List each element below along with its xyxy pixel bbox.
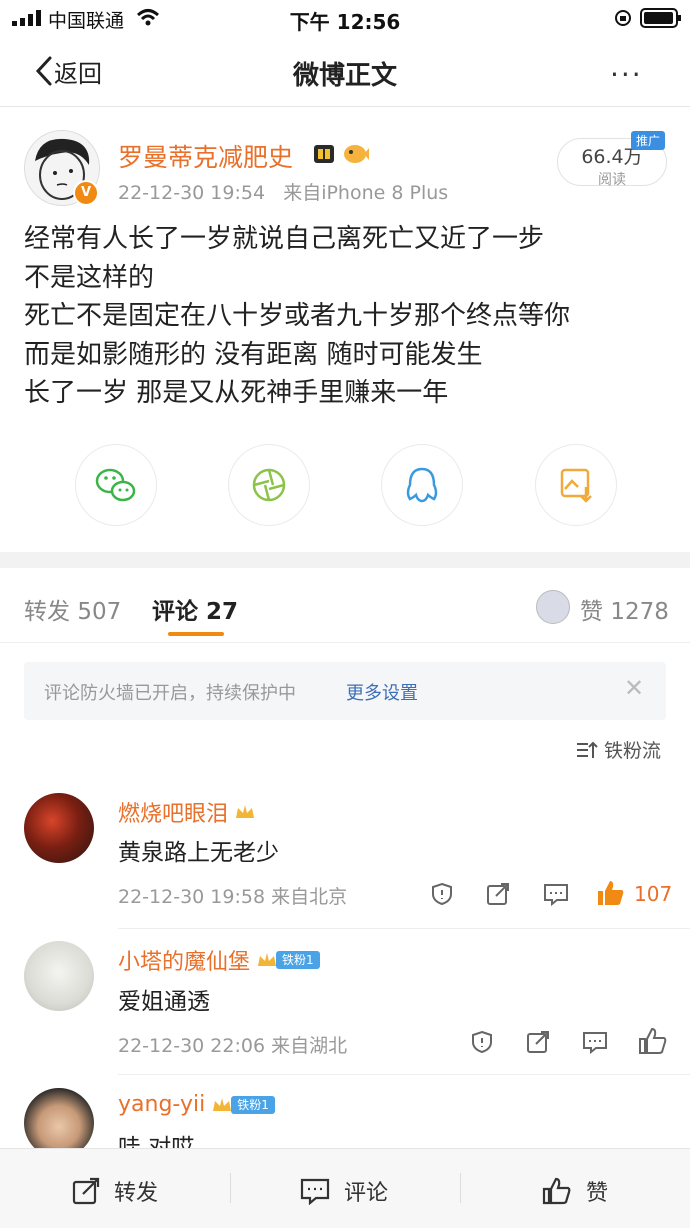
wechat-icon: [95, 468, 136, 502]
post-line: 长了一岁 那是又从死神手里赚来一年: [24, 378, 449, 408]
sort-icon: [577, 741, 598, 758]
like-button[interactable]: 赞: [542, 1175, 608, 1207]
tab-repost[interactable]: 转发 507: [24, 592, 121, 626]
clock: 下午 12:56: [289, 10, 401, 34]
qq-icon: [406, 467, 438, 503]
divider: [118, 928, 690, 929]
comment-location: 来自北京: [271, 886, 348, 908]
moments-icon: [252, 468, 286, 502]
nav-bar: 返回 微博正文 ···: [0, 36, 690, 107]
post-line: 死亡不是固定在八十岁或者九十岁那个终点等你: [24, 301, 571, 331]
comment-meta: 22-12-30 19:58 来自北京: [118, 882, 347, 909]
divider: [460, 1173, 461, 1203]
post-meta: 22-12-30 19:54 来自iPhone 8 Plus: [118, 178, 448, 205]
tab-comment[interactable]: 评论 27: [152, 592, 238, 626]
liker-avatar: [536, 590, 570, 624]
save-image-icon: [560, 468, 592, 503]
comment-meta: 22-12-30 22:06 来自湖北: [118, 1031, 347, 1058]
author-name-text: 罗曼蒂克减肥史: [118, 143, 294, 172]
commenter-avatar[interactable]: [24, 793, 94, 863]
share-wechat-button[interactable]: [75, 444, 157, 526]
author-name[interactable]: 罗曼蒂克减肥史: [118, 138, 293, 174]
crown-icon: [236, 805, 255, 818]
comment-time: 22-12-30 19:58: [118, 886, 266, 908]
tab-comment-label: 评论: [152, 599, 198, 625]
report-icon[interactable]: [430, 882, 454, 906]
post-line: 经常有人长了一岁就说自己离死亡又近了一步: [24, 224, 545, 254]
reply-icon[interactable]: [582, 1030, 608, 1054]
repost-icon: [72, 1177, 100, 1205]
post-body: 经常有人长了一岁就说自己离死亡又近了一步 不是这样的 死亡不是固定在八十岁或者九…: [24, 220, 674, 413]
battery-icon: [640, 8, 681, 28]
commenter-name-text: yang-yii: [118, 1092, 206, 1117]
share-icon[interactable]: [486, 882, 510, 906]
commenter-name[interactable]: yang-yii 铁粉1: [118, 1092, 275, 1117]
thumbs-up-icon: [542, 1177, 571, 1205]
divider: [230, 1173, 231, 1203]
comment-label: 评论: [344, 1181, 389, 1206]
save-image-button[interactable]: [535, 444, 617, 526]
post-line: 而是如影随形的 没有距离 随时可能发生: [24, 339, 483, 370]
comment-button[interactable]: 评论: [300, 1175, 388, 1207]
thumbs-up-filled-icon[interactable]: [596, 879, 626, 907]
tab-like-label: 赞: [580, 599, 603, 625]
fan-badge: 铁粉1: [231, 1095, 275, 1114]
divider: [0, 642, 690, 643]
reply-icon[interactable]: [543, 882, 569, 906]
fish-badge-icon: [344, 145, 369, 163]
tab-active-indicator: [168, 632, 224, 636]
tab-like-count: 1278: [610, 599, 669, 625]
tab-like[interactable]: 赞 1278: [580, 592, 669, 626]
share-qq-button[interactable]: [381, 444, 463, 526]
commenter-name-text: 小塔的魔仙堡: [118, 950, 251, 975]
status-bar: 中国联通 下午 12:56: [0, 0, 690, 36]
commenter-name[interactable]: 燃烧吧眼泪: [118, 796, 256, 828]
divider: [118, 1074, 690, 1075]
like-label: 赞: [586, 1181, 609, 1206]
comment-like-count: 107: [634, 882, 673, 906]
comment-text: 黄泉路上无老少: [118, 840, 279, 866]
tab-comment-count: 27: [206, 599, 239, 625]
bottom-action-bar: 转发 评论 赞: [0, 1148, 690, 1228]
section-divider: [0, 552, 690, 568]
share-moments-button[interactable]: [228, 444, 310, 526]
comment-text: 爱姐通透: [118, 989, 210, 1015]
post-source: 来自iPhone 8 Plus: [283, 182, 449, 204]
repost-label: 转发: [114, 1181, 159, 1206]
commenter-name-text: 燃烧吧眼泪: [118, 802, 229, 827]
post-line: 不是这样的: [24, 262, 155, 293]
commenter-name[interactable]: 小塔的魔仙堡 铁粉1: [118, 944, 320, 976]
comment-time: 22-12-30 22:06: [118, 1035, 266, 1057]
firewall-text: 评论防火墙已开启，持续保护中: [44, 683, 296, 704]
page-title: 微博正文: [292, 61, 397, 91]
view-count-label: 阅读: [598, 172, 626, 188]
promo-badge: 推广: [631, 131, 666, 150]
sort-toggle[interactable]: 铁粉流: [576, 736, 661, 763]
rotation-lock-icon: [615, 10, 631, 26]
post-timestamp: 22-12-30 19:54: [118, 182, 266, 204]
comment-firewall-notice: 评论防火墙已开启，持续保护中 更多设置 ✕: [24, 662, 666, 720]
tab-repost-count: 507: [77, 599, 122, 625]
crown-icon: [258, 953, 277, 966]
member-badge-icon: [314, 145, 334, 163]
repost-button[interactable]: 转发: [72, 1175, 158, 1207]
sort-label: 铁粉流: [604, 740, 662, 762]
comment-icon: [300, 1178, 330, 1205]
share-icon[interactable]: [526, 1030, 550, 1054]
thumbs-up-icon[interactable]: [638, 1027, 668, 1055]
report-icon[interactable]: [470, 1030, 494, 1054]
close-icon[interactable]: ✕: [624, 674, 644, 702]
crown-icon: [213, 1097, 232, 1111]
more-settings-link[interactable]: 更多设置: [346, 679, 418, 705]
comment-location: 来自湖北: [271, 1035, 348, 1057]
fan-badge: 铁粉1: [276, 951, 320, 969]
more-icon[interactable]: ···: [610, 58, 643, 91]
tab-repost-label: 转发: [24, 599, 70, 625]
commenter-avatar[interactable]: [24, 941, 94, 1011]
verified-badge: V: [73, 180, 99, 206]
